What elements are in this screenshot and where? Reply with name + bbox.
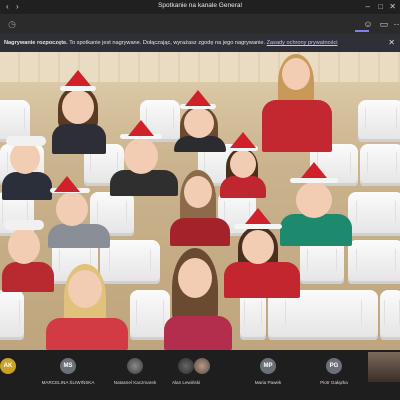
self-video-preview[interactable]	[368, 352, 400, 382]
chair	[360, 144, 400, 186]
more-icon[interactable]: ⋯	[392, 18, 400, 30]
privacy-link[interactable]: Zasady ochrony prywatności	[267, 40, 338, 46]
participant-avatar: MP	[260, 358, 276, 374]
forward-icon[interactable]: ›	[16, 1, 19, 13]
participant-tile[interactable]: MS MARCELINA ŚLIWIŃSKA	[40, 358, 96, 398]
banner-text: Nagrywanie rozpoczęte. To spotkanie jest…	[4, 40, 338, 46]
minimize-icon[interactable]: –	[366, 1, 370, 13]
close-icon[interactable]: ✕	[389, 1, 396, 13]
back-icon[interactable]: ‹	[6, 1, 9, 13]
participant-tile[interactable]: MP Maria Pawek	[240, 358, 296, 398]
recording-banner: Nagrywanie rozpoczęte. To spotkanie jest…	[0, 34, 400, 52]
participant-avatar: AK	[0, 358, 16, 374]
chair	[380, 290, 400, 340]
participant-tile[interactable]: PG Piotr Gałązka	[306, 358, 362, 398]
participant-name: Natasnel Kaczmarek	[113, 380, 157, 385]
participant-tile[interactable]: AK	[0, 358, 36, 398]
banner-bold: Nagrywanie rozpoczęte.	[4, 40, 68, 46]
chair	[0, 290, 24, 340]
active-tab-indicator	[355, 30, 369, 32]
participants-strip: AK MS MARCELINA ŚLIWIŃSKA Natasnel Kaczm…	[0, 350, 400, 400]
window-title: Spotkanie na kanale General	[158, 2, 242, 9]
timer-icon: ◷	[8, 19, 16, 29]
child-video	[256, 52, 336, 152]
chair	[358, 100, 400, 142]
title-bar: Spotkanie na kanale General ‹ › – □ ✕	[0, 0, 400, 14]
video-stage	[0, 52, 400, 350]
child-video	[44, 260, 130, 350]
participant-avatar: PG	[326, 358, 342, 374]
chair	[348, 240, 400, 284]
banner-close-icon[interactable]: ✕	[388, 38, 395, 47]
participant-name: Maria Pawek	[254, 380, 282, 385]
participant-avatar: MS	[60, 358, 76, 374]
meeting-toolbar: ◷ ☺ ▭ ⋯	[0, 14, 400, 34]
maximize-icon[interactable]: □	[378, 1, 383, 13]
participant-avatar	[194, 358, 210, 374]
participants-icon[interactable]: ☺	[362, 18, 374, 30]
participant-name: MARCELINA ŚLIWIŃSKA	[41, 380, 95, 385]
chat-icon[interactable]: ▭	[378, 18, 390, 30]
child-video	[160, 246, 236, 350]
participant-tile[interactable]: Natasnel Kaczmarek	[107, 358, 163, 398]
banner-message: To spotkanie jest nagrywane. Dołączając,…	[69, 40, 266, 46]
participant-name: Piotr Gałązka	[320, 380, 348, 385]
chair	[300, 240, 344, 284]
participant-avatar	[127, 358, 143, 374]
participant-tile[interactable]	[174, 358, 230, 398]
